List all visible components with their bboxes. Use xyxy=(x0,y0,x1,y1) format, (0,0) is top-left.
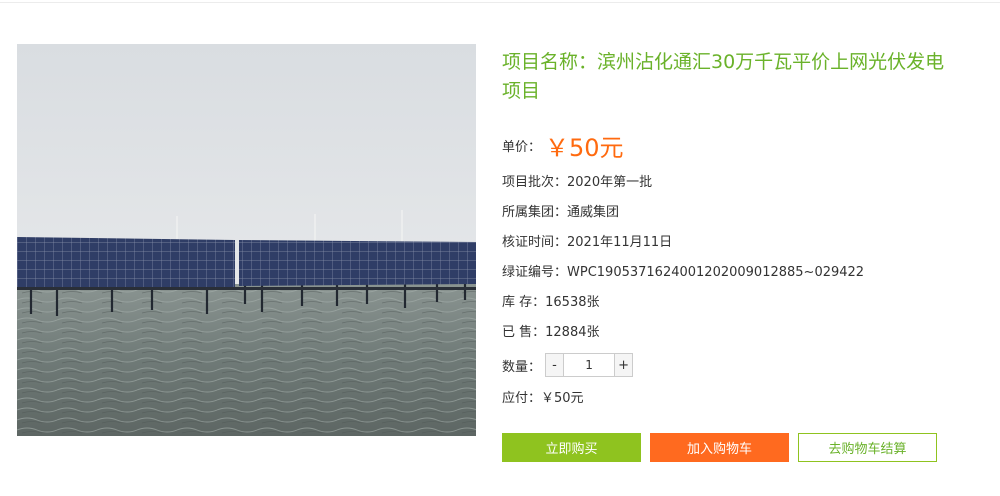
detail-value: 通威集团 xyxy=(567,205,620,220)
payable-row: 应付：￥50元 xyxy=(502,387,584,406)
quantity-label: 数量： xyxy=(502,359,542,375)
quantity-input[interactable] xyxy=(563,354,616,376)
detail-row-group: 所属集团：通威集团 xyxy=(502,201,619,220)
detail-label: 项目批次： xyxy=(502,175,568,190)
price-row: 单价： ￥50元 xyxy=(502,130,624,162)
buy-now-button[interactable]: 立即购买 xyxy=(502,433,641,462)
payable-label: 应付： xyxy=(502,391,542,406)
detail-label: 库 存： xyxy=(502,295,546,310)
detail-label: 绿证编号： xyxy=(502,265,568,280)
detail-row-stock: 库 存：16538张 xyxy=(502,291,600,310)
detail-value: 2021年11月11日 xyxy=(567,235,673,250)
detail-value: WPC190537162400120200901288​5~029422 xyxy=(567,265,865,280)
quantity-stepper: - + xyxy=(545,353,634,377)
detail-value: 16538张 xyxy=(545,295,600,310)
price-label: 单价： xyxy=(502,139,542,155)
detail-label: 已 售： xyxy=(502,325,546,340)
detail-label: 所属集团： xyxy=(502,205,568,220)
quantity-decrease-button[interactable]: - xyxy=(546,354,564,376)
payable-value: ￥50元 xyxy=(541,391,584,406)
price-value: ￥50元 xyxy=(545,133,624,162)
detail-row-cert-time: 核证时间：2021年11月11日 xyxy=(502,231,672,250)
go-to-cart-checkout-button[interactable]: 去购物车结算 xyxy=(798,433,937,462)
top-divider xyxy=(0,2,1000,3)
product-title: 项目名称：滨州沾化通汇30万千瓦平价上网光伏发电项目 xyxy=(502,51,945,102)
detail-row-cert-number: 绿证编号：WPC190537162400120200901288​5~02942… xyxy=(502,261,864,280)
detail-row-batch: 项目批次：2020年第一批 xyxy=(502,171,652,190)
quantity-increase-button[interactable]: + xyxy=(615,354,633,376)
detail-value: 12884张 xyxy=(545,325,600,340)
detail-label: 核证时间： xyxy=(502,235,568,250)
quantity-row: 数量： - + xyxy=(502,353,634,377)
detail-value: 2020年第一批 xyxy=(567,175,653,190)
add-to-cart-button[interactable]: 加入购物车 xyxy=(650,433,789,462)
product-image xyxy=(17,44,476,436)
detail-row-sold: 已 售：12884张 xyxy=(502,321,600,340)
